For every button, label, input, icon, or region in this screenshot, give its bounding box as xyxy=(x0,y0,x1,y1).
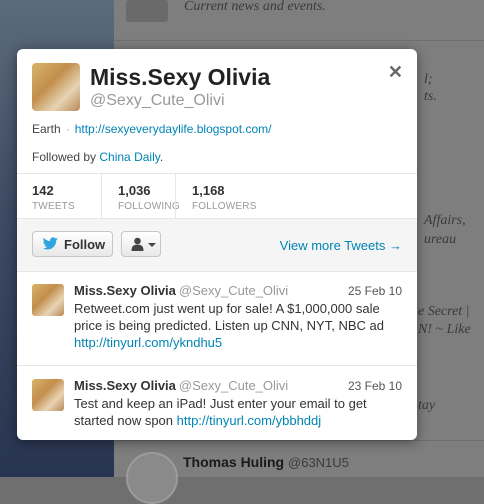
followed-by: Followed by China Daily. xyxy=(32,150,163,164)
stat-value: 142 xyxy=(32,183,54,198)
background-text: ureau xyxy=(424,232,457,247)
tweet-author[interactable]: Miss.Sexy Olivia @Sexy_Cute_Olivi xyxy=(74,378,288,393)
followed-by-suffix: . xyxy=(159,150,164,164)
background-divider xyxy=(114,440,484,441)
background-text: l; xyxy=(424,72,433,87)
background-avatar xyxy=(126,0,168,22)
background-user[interactable]: Thomas Huling @63N1U5 xyxy=(183,454,349,470)
tweet-author[interactable]: Miss.Sexy Olivia @Sexy_Cute_Olivi xyxy=(74,283,288,298)
profile-stats: 142 TWEETS 1,036 FOLLOWING 1,168 FOLLOWE… xyxy=(17,173,417,218)
tweet-author-handle: @Sexy_Cute_Olivi xyxy=(178,378,289,393)
view-more-tweets-link[interactable]: View more Tweets → xyxy=(280,238,402,253)
tweet-author-name: Miss.Sexy Olivia xyxy=(74,378,176,393)
stat-value: 1,036 xyxy=(118,183,151,198)
twitter-bird-icon xyxy=(43,237,58,250)
stat-label: FOLLOWING xyxy=(118,201,180,212)
background-text: Current news and events. xyxy=(184,0,326,14)
background-divider xyxy=(114,40,484,41)
stat-label: FOLLOWERS xyxy=(192,201,257,212)
tweet-body: Retweet.com just went up for sale! A $1,… xyxy=(74,301,384,333)
background-user-handle: @63N1U5 xyxy=(288,455,349,470)
tweet-date[interactable]: 23 Feb 10 xyxy=(348,379,402,393)
background-text: Affairs, xyxy=(424,213,466,228)
followed-by-prefix: Followed by xyxy=(32,150,100,164)
tweet-link[interactable]: http://tinyurl.com/ykndhu5 xyxy=(74,335,222,350)
profile-meta: Earth · http://sexyeverydaylife.blogspot.c… xyxy=(32,122,271,136)
profile-popup: ✕ Miss.Sexy Olivia @Sexy_Cute_Olivi Eart… xyxy=(17,49,417,440)
tweet-author-name: Miss.Sexy Olivia xyxy=(74,283,176,298)
profile-avatar[interactable] xyxy=(32,63,80,111)
followed-by-link[interactable]: China Daily xyxy=(99,150,159,164)
background-user-name: Thomas Huling xyxy=(183,454,285,470)
tweet-avatar[interactable] xyxy=(32,379,64,411)
user-icon xyxy=(131,237,144,251)
tweet-item[interactable]: Miss.Sexy Olivia @Sexy_Cute_Olivi 25 Feb … xyxy=(17,271,417,363)
tweet-avatar[interactable] xyxy=(32,284,64,316)
tweet-text: Test and keep an iPad! Just enter your e… xyxy=(74,395,404,429)
stat-followers[interactable]: 1,168 FOLLOWERS xyxy=(192,174,272,218)
stat-tweets[interactable]: 142 TWEETS xyxy=(32,174,92,218)
tweet-author-handle: @Sexy_Cute_Olivi xyxy=(178,283,289,298)
follow-button[interactable]: Follow xyxy=(32,231,113,257)
background-user-avatar xyxy=(126,452,178,504)
background-text: N! ~ Like xyxy=(418,322,471,337)
stat-value: 1,168 xyxy=(192,183,225,198)
profile-handle: @Sexy_Cute_Olivi xyxy=(90,92,225,109)
background-text: e Secret | xyxy=(418,304,470,319)
profile-location: Earth xyxy=(32,122,61,136)
chevron-down-icon xyxy=(148,243,156,247)
tweet-item[interactable]: Miss.Sexy Olivia @Sexy_Cute_Olivi 23 Feb … xyxy=(17,365,417,440)
stat-following[interactable]: 1,036 FOLLOWING xyxy=(118,174,188,218)
profile-name[interactable]: Miss.Sexy Olivia xyxy=(90,64,270,91)
profile-url-link[interactable]: http://sexyeverydaylife.blogspot.com/ xyxy=(75,122,272,136)
tweet-link[interactable]: http://tinyurl.com/ybbhddj xyxy=(177,413,322,428)
tweet-date[interactable]: 25 Feb 10 xyxy=(348,284,402,298)
stat-divider xyxy=(101,174,102,218)
background-text: ts. xyxy=(424,89,437,104)
stat-label: TWEETS xyxy=(32,201,75,212)
close-icon[interactable]: ✕ xyxy=(388,62,403,83)
action-bar: Follow View more Tweets → xyxy=(17,218,417,272)
tweet-text: Retweet.com just went up for sale! A $1,… xyxy=(74,300,404,351)
user-actions-button[interactable] xyxy=(121,231,161,257)
follow-label: Follow xyxy=(64,237,106,252)
separator-dot: · xyxy=(65,122,70,136)
background-text: tay xyxy=(418,398,436,413)
stat-divider xyxy=(175,174,176,218)
